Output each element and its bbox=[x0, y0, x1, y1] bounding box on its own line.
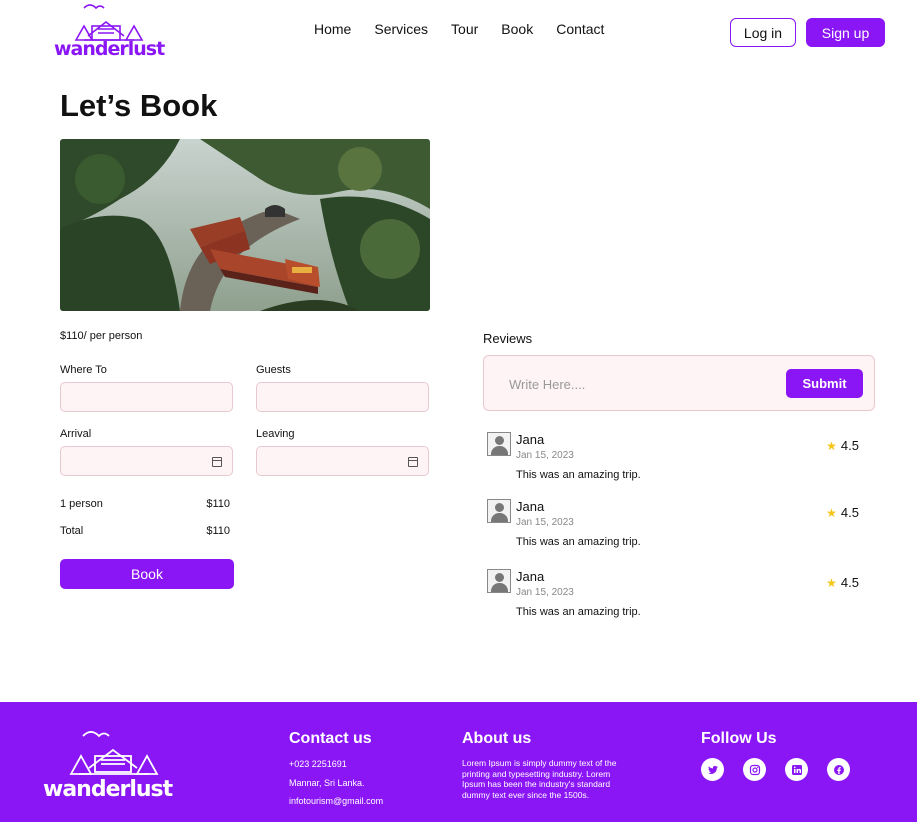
twitter-icon[interactable] bbox=[701, 758, 724, 781]
review-date: Jan 15, 2023 bbox=[516, 517, 574, 528]
review-rating: ★ 4.5 bbox=[826, 505, 859, 520]
calendar-icon[interactable] bbox=[212, 457, 222, 467]
about-text: Lorem Ipsum is simply dummy text of the … bbox=[462, 758, 617, 800]
reviewer-name: Jana bbox=[516, 569, 545, 584]
main-nav: Home Services Tour Book Contact bbox=[314, 21, 604, 37]
rating-value: 4.5 bbox=[840, 575, 859, 590]
linkedin-icon[interactable] bbox=[785, 758, 808, 781]
reviewer-name: Jana bbox=[516, 432, 545, 447]
review-text: This was an amazing trip. bbox=[516, 469, 641, 481]
person-amount: $110 bbox=[206, 498, 230, 510]
reviewer-name: Jana bbox=[516, 499, 545, 514]
review-item: Jana Jan 15, 2023 This was an amazing tr… bbox=[487, 432, 859, 492]
reviews-title: Reviews bbox=[483, 331, 533, 346]
leaving-label: Leaving bbox=[256, 428, 295, 440]
login-button[interactable]: Log in bbox=[730, 18, 796, 47]
total-label: Total bbox=[60, 525, 84, 537]
site-header: wanderlust Home Services Tour Book Conta… bbox=[0, 0, 917, 70]
logo-wordmark: wanderlust bbox=[54, 38, 165, 60]
avatar-icon bbox=[487, 432, 511, 456]
nav-book[interactable]: Book bbox=[501, 21, 533, 37]
total-summary-row: Total $110 bbox=[60, 525, 230, 537]
footer-logo-wordmark: wanderlust bbox=[43, 777, 173, 802]
instagram-icon[interactable] bbox=[743, 758, 766, 781]
person-summary-row: 1 person $110 bbox=[60, 498, 230, 510]
brand-logo[interactable]: wanderlust bbox=[54, 0, 165, 60]
contact-phone: +023 2251691 bbox=[289, 759, 347, 769]
signup-button[interactable]: Sign up bbox=[806, 18, 885, 47]
page-title: Let’s Book bbox=[60, 88, 218, 123]
nav-home[interactable]: Home bbox=[314, 21, 351, 37]
review-text: This was an amazing trip. bbox=[516, 536, 641, 548]
price-per-person: $110/ per person bbox=[60, 330, 143, 342]
review-item: Jana Jan 15, 2023 This was an amazing tr… bbox=[487, 569, 859, 629]
logo-illustration-icon bbox=[69, 731, 159, 775]
hero-image bbox=[60, 139, 430, 311]
review-date: Jan 15, 2023 bbox=[516, 587, 574, 598]
review-input-placeholder[interactable]: Write Here.... bbox=[509, 377, 585, 392]
arrival-label: Arrival bbox=[60, 428, 92, 440]
site-footer: wanderlust Contact us +023 2251691 Manna… bbox=[0, 702, 917, 822]
leaving-date-input[interactable] bbox=[256, 446, 429, 476]
review-rating: ★ 4.5 bbox=[826, 575, 859, 590]
star-icon: ★ bbox=[826, 575, 837, 590]
facebook-icon[interactable] bbox=[827, 758, 850, 781]
contact-email[interactable]: infotourism@gmail.com bbox=[289, 796, 383, 806]
review-input-box[interactable]: Write Here.... Submit bbox=[483, 355, 875, 411]
review-rating: ★ 4.5 bbox=[826, 438, 859, 453]
contact-title: Contact us bbox=[289, 730, 372, 747]
review-text: This was an amazing trip. bbox=[516, 606, 641, 618]
total-amount: $110 bbox=[206, 525, 230, 537]
follow-title: Follow Us bbox=[701, 730, 777, 747]
nav-tour[interactable]: Tour bbox=[451, 21, 478, 37]
guests-label: Guests bbox=[256, 364, 291, 376]
avatar-icon bbox=[487, 499, 511, 523]
nav-contact[interactable]: Contact bbox=[556, 21, 604, 37]
rating-value: 4.5 bbox=[840, 438, 859, 453]
arrival-date-input[interactable] bbox=[60, 446, 233, 476]
calendar-icon[interactable] bbox=[408, 457, 418, 467]
star-icon: ★ bbox=[826, 438, 837, 453]
star-icon: ★ bbox=[826, 505, 837, 520]
person-count: 1 person bbox=[60, 498, 103, 510]
where-to-input[interactable] bbox=[60, 382, 233, 412]
review-date: Jan 15, 2023 bbox=[516, 450, 574, 461]
contact-address: Mannar, Sri Lanka. bbox=[289, 778, 365, 788]
nav-services[interactable]: Services bbox=[374, 21, 428, 37]
footer-logo[interactable]: wanderlust bbox=[43, 726, 183, 802]
book-button[interactable]: Book bbox=[60, 559, 234, 589]
rating-value: 4.5 bbox=[840, 505, 859, 520]
avatar-icon bbox=[487, 569, 511, 593]
guests-input[interactable] bbox=[256, 382, 429, 412]
about-title: About us bbox=[462, 730, 532, 747]
where-to-label: Where To bbox=[60, 364, 107, 376]
review-item: Jana Jan 15, 2023 This was an amazing tr… bbox=[487, 499, 859, 559]
submit-review-button[interactable]: Submit bbox=[786, 369, 863, 398]
